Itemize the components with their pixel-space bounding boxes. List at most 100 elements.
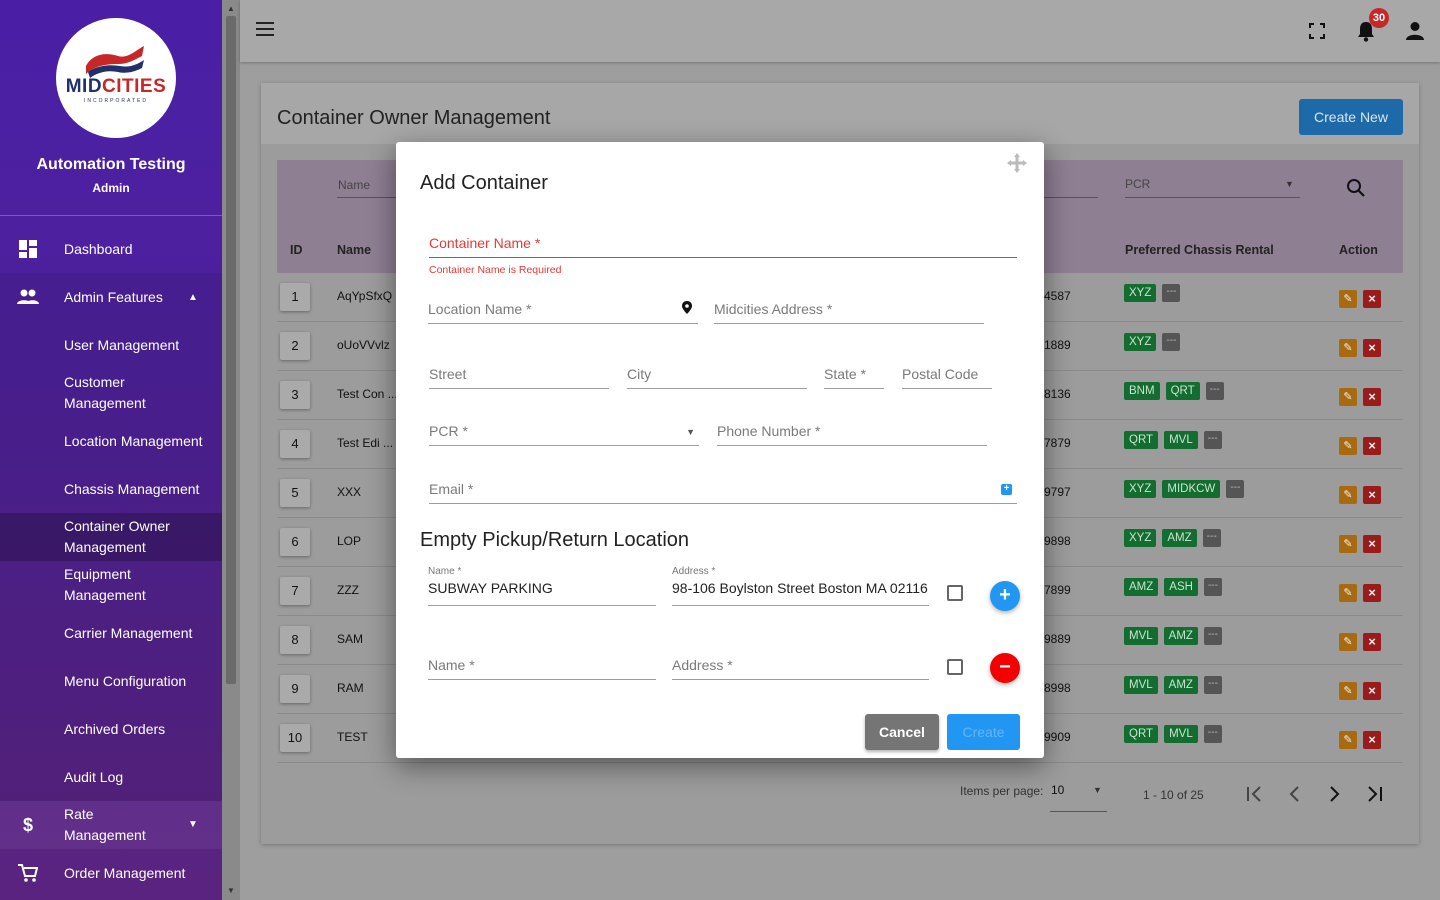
edit-icon[interactable]: ✎	[1339, 731, 1357, 749]
items-per-page-select[interactable]: 10	[1051, 783, 1064, 797]
next-page-icon[interactable]	[1329, 786, 1341, 805]
delete-icon[interactable]: ×	[1363, 290, 1381, 308]
edit-icon[interactable]: ✎	[1339, 437, 1357, 455]
field-underline	[672, 605, 929, 606]
city-field[interactable]: City	[627, 363, 807, 389]
more-chips-button[interactable]: ---	[1203, 627, 1222, 645]
delete-icon[interactable]: ×	[1363, 584, 1381, 602]
chassis-chip: MVL	[1124, 627, 1158, 645]
delete-icon[interactable]: ×	[1363, 339, 1381, 357]
account-icon[interactable]	[1405, 21, 1425, 47]
more-chips-button[interactable]: ---	[1203, 431, 1222, 449]
sidebar-item-archived-orders[interactable]: Archived Orders	[0, 718, 222, 740]
edit-icon[interactable]: ✎	[1339, 682, 1357, 700]
location-name-field[interactable]: Location Name *	[428, 298, 698, 324]
sidebar-item-dashboard[interactable]: Dashboard	[0, 238, 222, 260]
field-underline	[429, 445, 699, 446]
delete-icon[interactable]: ×	[1363, 388, 1381, 406]
name-filter-input[interactable]: Name	[338, 178, 370, 192]
edit-icon[interactable]: ✎	[1339, 584, 1357, 602]
more-chips-button[interactable]: ---	[1205, 382, 1224, 400]
more-chips-button[interactable]: ---	[1202, 529, 1221, 547]
sidebar-item-equipment-management[interactable]: Equipment Management	[0, 564, 222, 606]
flag-map-icon	[86, 46, 144, 78]
sidebar-item-label: Dashboard	[64, 240, 133, 257]
last-page-icon[interactable]	[1366, 786, 1384, 805]
delete-icon[interactable]: ×	[1363, 535, 1381, 553]
phone-number-field[interactable]: Phone Number *	[717, 420, 987, 446]
scroll-down-icon[interactable]: ▼	[227, 886, 235, 895]
delete-icon[interactable]: ×	[1363, 633, 1381, 651]
state-field[interactable]: State *	[824, 363, 884, 389]
create-button[interactable]: Create	[947, 714, 1020, 750]
more-chips-button[interactable]: ---	[1162, 284, 1181, 302]
more-chips-button[interactable]: ---	[1203, 578, 1222, 596]
sidebar-item-order-management[interactable]: Order Management	[0, 862, 222, 884]
delete-icon[interactable]: ×	[1363, 486, 1381, 504]
edit-icon[interactable]: ✎	[1339, 290, 1357, 308]
first-page-icon[interactable]	[1246, 786, 1264, 805]
container-name-field[interactable]: Container Name *	[429, 232, 1017, 258]
edit-icon[interactable]: ✎	[1339, 486, 1357, 504]
row-id: 9	[280, 675, 310, 703]
scroll-up-icon[interactable]: ▲	[227, 4, 235, 13]
pcr-select[interactable]: PCR * ▼	[429, 420, 699, 446]
edit-icon[interactable]: ✎	[1339, 339, 1357, 357]
return-name-field[interactable]: Name *	[428, 654, 656, 680]
delete-icon[interactable]: ×	[1363, 731, 1381, 749]
sidebar-item-container-owner-management[interactable]: Container Owner Management	[0, 516, 222, 558]
edit-icon[interactable]: ✎	[1339, 535, 1357, 553]
sidebar-item-carrier-management[interactable]: Carrier Management	[0, 622, 222, 644]
delete-icon[interactable]: ×	[1363, 437, 1381, 455]
return-default-checkbox[interactable]	[947, 659, 963, 675]
more-chips-button[interactable]: ---	[1162, 333, 1181, 351]
sidebar-item-rate-management[interactable]: $ Rate Management ▼	[0, 804, 222, 846]
previous-page-icon[interactable]	[1288, 786, 1300, 805]
fullscreen-icon[interactable]	[1309, 22, 1325, 45]
pickup-default-checkbox[interactable]	[947, 585, 963, 601]
row-name: SAM	[337, 632, 364, 646]
edit-icon[interactable]: ✎	[1339, 388, 1357, 406]
edit-icon[interactable]: ✎	[1339, 633, 1357, 651]
field-underline	[428, 323, 698, 324]
scroll-thumb[interactable]	[226, 16, 236, 684]
midcities-address-field[interactable]: Midcities Address *	[714, 298, 984, 324]
sidebar-item-customer-management[interactable]: Customer Management	[0, 372, 222, 414]
row-id: 8	[280, 626, 310, 654]
pickup-name-field[interactable]: Name * SUBWAY PARKING	[428, 566, 656, 606]
delete-icon[interactable]: ×	[1363, 682, 1381, 700]
create-new-button[interactable]: Create New	[1299, 99, 1403, 135]
move-icon[interactable]	[1006, 152, 1030, 176]
remove-location-button[interactable]: −	[990, 653, 1020, 683]
add-location-button[interactable]: +	[990, 581, 1020, 611]
sidebar-item-location-management[interactable]: Location Management	[0, 430, 222, 452]
search-icon[interactable]	[1346, 178, 1366, 203]
street-field[interactable]: Street	[429, 363, 609, 389]
more-chips-button[interactable]: ---	[1226, 480, 1245, 498]
return-name-label: Name *	[428, 657, 475, 673]
sidebar-item-chassis-management[interactable]: Chassis Management	[0, 478, 222, 500]
sidebar-item-audit-log[interactable]: Audit Log	[0, 766, 222, 788]
sidebar-scrollbar[interactable]: ▲ ▼	[222, 0, 240, 900]
state-label: State *	[824, 366, 867, 382]
pickup-address-value: 98-106 Boylston Street Boston MA 02116	[672, 580, 928, 596]
return-address-field[interactable]: Address *	[672, 654, 929, 680]
postal-code-field[interactable]: Postal Code	[902, 363, 992, 389]
sidebar-item-menu-configuration[interactable]: Menu Configuration	[0, 670, 222, 692]
pcr-filter-select[interactable]: PCR	[1125, 177, 1150, 191]
more-chips-button[interactable]: ---	[1203, 725, 1222, 743]
email-field[interactable]: Email * +	[429, 478, 1017, 504]
chassis-chip: AMZ	[1163, 627, 1198, 645]
hamburger-menu-icon[interactable]	[256, 22, 274, 36]
sidebar-item-user-management[interactable]: User Management	[0, 334, 222, 356]
dollar-icon: $	[22, 814, 33, 835]
row-number: 8998	[1044, 681, 1071, 695]
pickup-address-field[interactable]: Address * 98-106 Boylston Street Boston …	[672, 566, 929, 606]
notification-badge: 30	[1369, 8, 1389, 28]
more-chips-button[interactable]: ---	[1203, 676, 1222, 694]
chassis-rental-chips: XYZ AMZ ---	[1124, 529, 1221, 547]
cancel-button[interactable]: Cancel	[865, 714, 939, 750]
sidebar-item-admin-features[interactable]: Admin Features ▲	[0, 286, 222, 308]
chassis-rental-chips: MVL AMZ ---	[1124, 676, 1222, 694]
add-email-icon[interactable]: +	[1001, 484, 1012, 495]
